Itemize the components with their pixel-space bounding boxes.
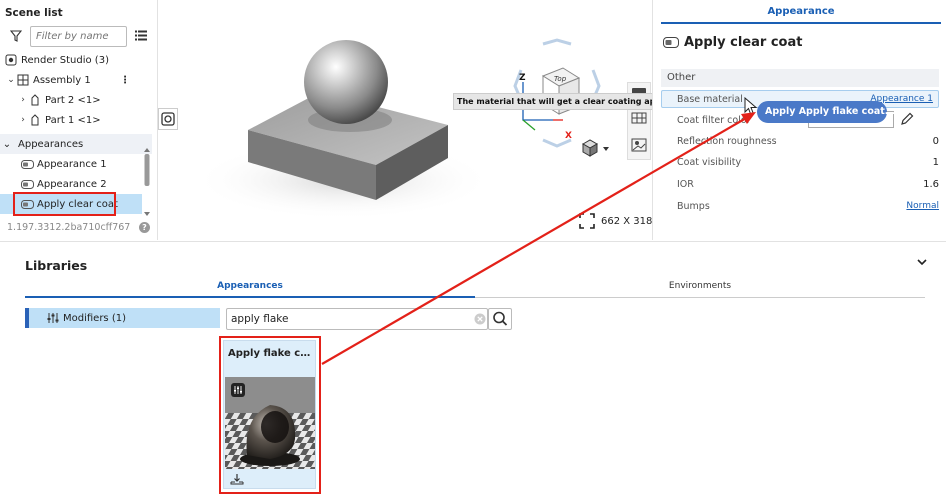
- property-label: IOR: [677, 178, 694, 190]
- search-icon: [493, 311, 508, 326]
- list-view-icon[interactable]: [135, 30, 147, 41]
- render-studio-icon: [4, 54, 18, 66]
- libraries-title: Libraries: [25, 258, 88, 273]
- property-label: Reflection roughness: [677, 135, 777, 147]
- part-icon: [28, 94, 42, 106]
- appearances-section-header[interactable]: ⌄ Appearances: [0, 134, 152, 154]
- modifiers-label: Modifiers (1): [63, 312, 126, 324]
- render-scene: Top Z X: [193, 38, 609, 220]
- version-label: 1.197.3312.2ba710cff767: [7, 222, 131, 233]
- tree-item-appearance[interactable]: Appearance 1: [0, 154, 140, 174]
- modifiers-filter[interactable]: Modifiers (1): [25, 308, 220, 328]
- property-value[interactable]: 1.6: [923, 179, 939, 190]
- chevron-down-icon[interactable]: ⌄: [6, 75, 16, 85]
- property-value[interactable]: 0: [933, 136, 939, 147]
- appearance-title: Apply clear coat: [684, 35, 803, 50]
- property-label: Coat filter color: [677, 114, 751, 126]
- part-icon: [28, 114, 42, 126]
- svg-text:Top: Top: [554, 75, 567, 83]
- assembly-icon: [16, 74, 30, 86]
- property-label: Base material: [677, 93, 743, 105]
- tab-environments[interactable]: Environments: [475, 278, 925, 298]
- chevron-right-icon[interactable]: ›: [18, 115, 28, 125]
- appearance-icon: [663, 36, 679, 49]
- tab-appearance[interactable]: Appearance: [661, 6, 941, 24]
- render-icon: [161, 112, 175, 126]
- fullscreen-icon[interactable]: [579, 213, 595, 229]
- sliders-icon: [47, 312, 59, 324]
- property-bumps: Bumps Normal: [677, 197, 939, 215]
- chevron-right-icon[interactable]: ›: [18, 95, 28, 105]
- highlight-box: [13, 192, 116, 216]
- part-label: Part 2 <1>: [45, 94, 101, 106]
- tree-item-part[interactable]: › Part 1 <1>: [0, 110, 152, 130]
- property-label: Coat visibility: [677, 156, 742, 168]
- drag-handle-icon[interactable]: ⋮: [120, 75, 130, 86]
- filter-funnel-icon[interactable]: [10, 30, 22, 42]
- clear-search-icon[interactable]: [474, 313, 486, 325]
- tree-item-part[interactable]: › Part 2 <1>: [0, 90, 152, 110]
- mouse-cursor-icon: [744, 97, 758, 116]
- property-reflection-roughness: Reflection roughness 0: [677, 132, 939, 150]
- render-studio-label: Render Studio (3): [21, 54, 109, 66]
- pencil-icon[interactable]: [900, 112, 914, 126]
- svg-text:Z: Z: [519, 73, 526, 83]
- bumps-link[interactable]: Normal: [906, 201, 939, 211]
- 3d-viewport[interactable]: Top Z X: [178, 0, 652, 240]
- base-material-tooltip: The material that will get a clear coati…: [453, 93, 678, 110]
- library-search-input[interactable]: [226, 308, 488, 330]
- property-label: Bumps: [677, 200, 710, 212]
- assembly-label: Assembly 1: [33, 74, 91, 86]
- part-label: Part 1 <1>: [45, 114, 101, 126]
- view-mode-dropdown: [581, 139, 609, 157]
- tree-item-appearance[interactable]: Appearance 2: [0, 174, 140, 194]
- appearance-label: Appearance 1: [37, 158, 107, 170]
- tree-item-assembly[interactable]: ⌄ Assembly 1 ⋮: [0, 70, 152, 90]
- chevron-down-icon[interactable]: [916, 258, 928, 268]
- tree-item-render-studio[interactable]: Render Studio (3): [0, 50, 152, 70]
- help-icon[interactable]: ?: [139, 222, 150, 233]
- libraries-panel: Libraries Appearances Environments Modif…: [0, 241, 946, 500]
- property-group-other[interactable]: Other: [661, 69, 939, 87]
- scrollbar[interactable]: [143, 148, 151, 218]
- scene-filter-input[interactable]: [30, 26, 127, 47]
- svg-text:X: X: [565, 131, 572, 141]
- property-coat-visibility: Coat visibility 1: [677, 153, 939, 171]
- scene-list-title: Scene list: [5, 7, 63, 19]
- property-value[interactable]: 1: [933, 157, 939, 168]
- appearance-label: Appearance 2: [37, 178, 107, 190]
- tab-appearances[interactable]: Appearances: [25, 278, 475, 298]
- dragged-appearance-pill: Apply Apply flake coat...: [757, 101, 896, 123]
- appearance-icon: [20, 178, 34, 190]
- render-studio-toggle[interactable]: [158, 108, 178, 130]
- appearances-header-label: Appearances: [18, 138, 84, 150]
- appearance-heading: Apply clear coat: [663, 35, 802, 50]
- scene-list-panel: Scene list Render Studio (3) ⌄ Assembly …: [0, 0, 158, 240]
- appearance-icon: [20, 158, 34, 170]
- chevron-down-icon[interactable]: ⌄: [0, 139, 14, 150]
- render-resolution: 662 X 318: [601, 216, 653, 227]
- property-ior: IOR 1.6: [677, 175, 939, 193]
- highlight-box: [219, 336, 321, 494]
- search-button[interactable]: [488, 308, 512, 330]
